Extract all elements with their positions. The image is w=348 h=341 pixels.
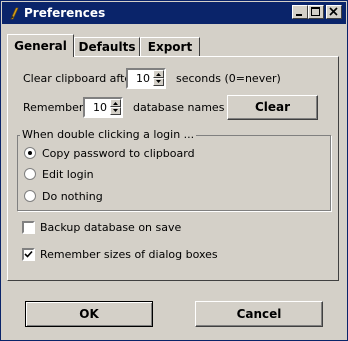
radio-copy-password[interactable] <box>24 147 36 159</box>
checkmark-icon <box>24 250 33 258</box>
remember-sizes-checkbox-label: Remember sizes of dialog boxes <box>40 248 218 261</box>
spin-down-icon[interactable] <box>110 107 121 115</box>
preferences-window: Preferences General Defaults Export Clea… <box>0 0 348 341</box>
tab-general-label: General <box>14 39 67 53</box>
backup-checkbox[interactable] <box>22 221 35 234</box>
spin-down-icon[interactable] <box>153 78 164 86</box>
radio-do-nothing-label: Do nothing <box>42 190 103 203</box>
tab-defaults-label: Defaults <box>78 40 136 54</box>
clear-clipboard-value: 10 <box>136 72 150 85</box>
radio-copy-password-label: Copy password to clipboard <box>42 147 195 160</box>
clear-clipboard-label: Clear clipboard after <box>23 72 136 85</box>
tab-defaults[interactable]: Defaults <box>74 37 140 57</box>
close-icon <box>329 7 338 16</box>
window-title: Preferences <box>24 6 106 20</box>
double-click-group-title: When double clicking a login ... <box>20 128 197 141</box>
radio-do-nothing[interactable] <box>24 190 36 202</box>
remember-suffix: database names <box>133 101 225 114</box>
minimize-icon <box>296 14 302 16</box>
tab-export[interactable]: Export <box>140 37 200 57</box>
spin-up-icon[interactable] <box>110 99 121 107</box>
ok-button-label: OK <box>79 307 99 321</box>
close-button[interactable] <box>326 5 342 19</box>
backup-checkbox-label: Backup database on save <box>40 221 182 234</box>
radio-edit-login[interactable] <box>24 168 36 180</box>
cancel-button[interactable]: Cancel <box>195 301 323 327</box>
minimize-button[interactable] <box>292 5 308 19</box>
ok-button[interactable]: OK <box>25 301 153 327</box>
clear-clipboard-suffix: seconds (0=never) <box>176 72 281 85</box>
title-bar[interactable]: Preferences <box>2 2 346 24</box>
maximize-button[interactable] <box>308 5 324 19</box>
spin-up-icon[interactable] <box>153 70 164 78</box>
remember-sizes-checkbox[interactable] <box>22 248 35 261</box>
remember-value: 10 <box>93 101 107 114</box>
cancel-button-label: Cancel <box>236 307 282 321</box>
remember-label: Remember <box>23 101 84 114</box>
clear-button[interactable]: Clear <box>227 95 318 120</box>
tab-export-label: Export <box>147 40 193 54</box>
maximize-icon <box>311 7 320 16</box>
clear-clipboard-spinner[interactable]: 10 <box>126 68 166 89</box>
tab-general[interactable]: General <box>7 34 74 57</box>
radio-edit-login-label: Edit login <box>42 168 94 181</box>
app-icon <box>10 7 19 20</box>
remember-spinner[interactable]: 10 <box>83 97 123 118</box>
clear-button-label: Clear <box>254 100 291 114</box>
